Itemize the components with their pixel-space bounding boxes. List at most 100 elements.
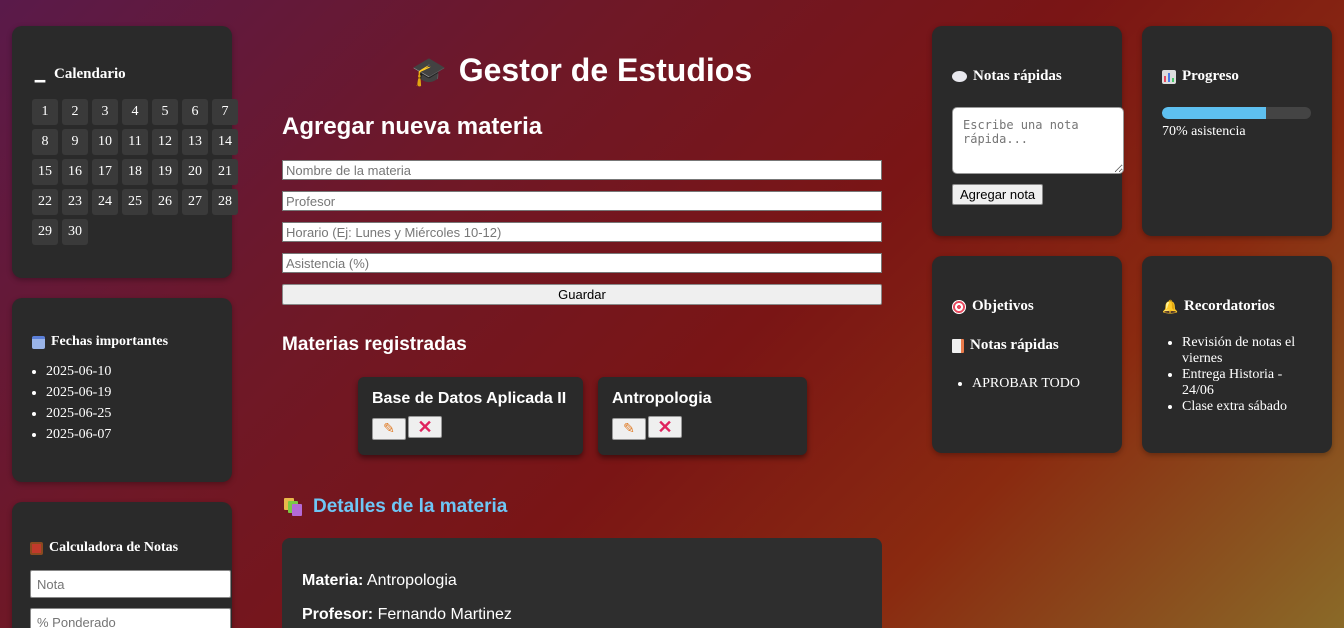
calendar-day[interactable]: 18 [122, 159, 148, 185]
progress-panel: Progreso 70% asistencia [1142, 26, 1332, 236]
calendar-day[interactable]: 8 [32, 129, 58, 155]
save-button[interactable]: Guardar [282, 284, 882, 305]
abacus-icon [30, 541, 43, 555]
edit-button[interactable]: ✎ [372, 418, 406, 440]
calendar-day[interactable]: 7 [212, 99, 238, 125]
calendar-day[interactable]: 1 [32, 99, 58, 125]
subject-name-input[interactable] [282, 160, 882, 180]
calendar-day[interactable]: 30 [62, 219, 88, 245]
reminders-title: Recordatorios [1184, 298, 1275, 314]
calendar-heading: ▁ Calendario [32, 66, 212, 83]
target-icon [952, 299, 966, 314]
quick-notes-title: Notas rápidas [973, 68, 1062, 84]
progress-heading: Progreso [1162, 68, 1312, 85]
important-dates-panel: Fechas importantes 2025-06-10 2025-06-19… [12, 298, 232, 482]
attendance-input[interactable] [282, 253, 882, 273]
detail-subject-value: Antropologia [366, 572, 457, 589]
progress-bar-fill [1162, 107, 1267, 119]
reminder-item: Entrega Historia - 24/06 [1182, 367, 1312, 399]
calendar-day[interactable]: 29 [32, 219, 58, 245]
calendar-day[interactable]: 6 [182, 99, 208, 125]
quick-notes-heading: Notas rápidas [952, 68, 1102, 85]
bar-chart-icon [1162, 69, 1176, 84]
calendar-title: Calendario [54, 66, 126, 82]
grade-calculator-panel: Calculadora de Notas [12, 502, 232, 628]
detail-teacher-value: Fernando Martinez [377, 606, 512, 623]
objectives-panel: Objetivos Notas rápidas APROBAR TODO [932, 256, 1122, 453]
delete-button[interactable]: ✕ [408, 416, 442, 438]
reminders-list: Revisión de notas el viernes Entrega His… [1162, 335, 1312, 415]
date-item: 2025-06-25 [46, 406, 212, 422]
date-item: 2025-06-10 [46, 364, 212, 380]
close-icon: ✕ [657, 416, 673, 437]
schedule-input[interactable] [282, 222, 882, 242]
calendar-day[interactable]: 3 [92, 99, 118, 125]
calendar-panel: ▁ Calendario 1 2 3 4 5 6 7 8 9 10 11 12 13 14 15 16 17 18… [12, 26, 238, 278]
delete-button[interactable]: ✕ [648, 416, 682, 438]
subject-card[interactable]: Antropologia ✎ ✕ [598, 377, 807, 455]
app-title: 🎓 Gestor de Estudios [282, 52, 882, 89]
calendar-day[interactable]: 20 [182, 159, 208, 185]
subject-details-panel: Materia: Antropologia Profesor: Fernando… [282, 538, 882, 628]
calendar-day[interactable]: 21 [212, 159, 238, 185]
calendar-day[interactable]: 5 [152, 99, 178, 125]
objective-item: APROBAR TODO [972, 376, 1102, 392]
books-icon [284, 498, 303, 516]
memo-icon [952, 338, 964, 353]
calendar-day[interactable]: 27 [182, 189, 208, 215]
detail-teacher-row: Profesor: Fernando Martinez [302, 606, 862, 624]
edit-button[interactable]: ✎ [612, 418, 646, 440]
add-subject-heading: Agregar nueva materia [282, 113, 543, 140]
teacher-input[interactable] [282, 191, 882, 211]
calendar-day[interactable]: 10 [92, 129, 118, 155]
grade-calculator-heading: Calculadora de Notas [30, 540, 214, 556]
date-item: 2025-06-19 [46, 385, 212, 401]
graduation-cap-icon: 🎓 [411, 56, 447, 87]
reminder-item: Clase extra sábado [1182, 399, 1312, 415]
reminders-heading: 🔔 Recordatorios [1162, 298, 1312, 315]
progress-text: 70% asistencia [1162, 124, 1246, 139]
calendar-day[interactable]: 26 [152, 189, 178, 215]
calendar-day[interactable]: 13 [182, 129, 208, 155]
speech-bubble-icon [952, 71, 967, 82]
registered-subjects-heading: Materias registradas [282, 334, 467, 355]
calendar-day[interactable]: 19 [152, 159, 178, 185]
important-dates-heading: Fechas importantes [32, 334, 212, 350]
subject-details-title: Detalles de la materia [313, 496, 508, 517]
objectives-notes-heading: Notas rápidas [952, 337, 1102, 354]
quick-notes-panel: Notas rápidas Agregar nota [932, 26, 1124, 236]
weight-input[interactable] [30, 608, 231, 628]
calendar-day[interactable]: 2 [62, 99, 88, 125]
add-note-button[interactable]: Agregar nota [952, 184, 1044, 205]
close-icon: ✕ [417, 416, 433, 437]
calendar-day[interactable]: 11 [122, 129, 148, 155]
subject-details-heading: Detalles de la materia [284, 496, 507, 518]
objectives-subtitle: Notas rápidas [970, 337, 1059, 353]
grade-input[interactable] [30, 570, 231, 598]
subject-card-name: Base de Datos Aplicada II [372, 390, 567, 407]
calendar-icon: ▁ [35, 66, 45, 82]
calendar-day[interactable]: 22 [32, 189, 58, 215]
calendar-day[interactable]: 24 [92, 189, 118, 215]
calendar-day[interactable]: 17 [92, 159, 118, 185]
bell-icon: 🔔 [1162, 298, 1179, 314]
calendar-day[interactable]: 12 [152, 129, 178, 155]
calendar-day[interactable]: 23 [62, 189, 88, 215]
calendar-day[interactable]: 4 [122, 99, 148, 125]
progress-title: Progreso [1182, 68, 1239, 84]
pencil-icon: ✎ [623, 421, 635, 437]
calendar-day[interactable]: 9 [62, 129, 88, 155]
subject-card[interactable]: Base de Datos Aplicada II ✎ ✕ [358, 377, 583, 455]
calendar-day[interactable]: 25 [122, 189, 148, 215]
calendar-day[interactable]: 28 [212, 189, 238, 215]
calendar-icon [32, 335, 45, 349]
quick-note-textarea[interactable] [952, 107, 1124, 174]
calendar-day[interactable]: 15 [32, 159, 58, 185]
detail-subject-label: Materia: [302, 572, 364, 589]
grade-calculator-title: Calculadora de Notas [49, 540, 179, 555]
date-item: 2025-06-07 [46, 427, 212, 443]
calendar-day[interactable]: 16 [62, 159, 88, 185]
detail-teacher-label: Profesor: [302, 606, 374, 623]
calendar-day[interactable]: 14 [212, 129, 238, 155]
app-title-text: Gestor de Estudios [458, 52, 753, 88]
